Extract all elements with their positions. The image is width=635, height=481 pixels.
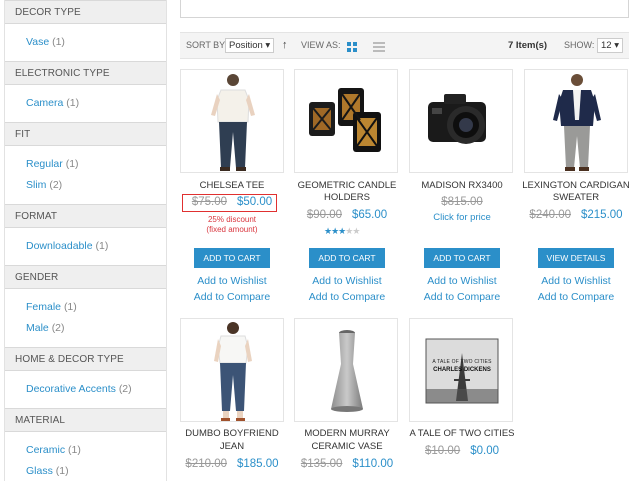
category-description-box (180, 0, 629, 18)
filter-option[interactable]: Male (2) (26, 318, 166, 339)
product-name-line-1[interactable]: LEXINGTON CARDIGAN (516, 180, 635, 193)
product-name-line-1[interactable]: DUMBO BOYFRIEND (172, 428, 292, 441)
product-name-line-2[interactable]: CERAMIC VASE (287, 441, 407, 454)
product-name-line-2[interactable]: JEAN (172, 441, 292, 454)
discount-note: 25% discount (207, 215, 257, 224)
filter-group: MATERIAL Ceramic (1) Glass (1) (5, 408, 166, 481)
product-image-dumbo-jean[interactable] (180, 318, 284, 422)
product-image-madison-camera[interactable] (409, 69, 513, 173)
special-price: $185.00 (237, 458, 279, 470)
add-to-cart-button[interactable]: ADD TO CART (424, 248, 500, 268)
filter-group: ELECTRONIC TYPE Camera (1) (5, 61, 166, 122)
filter-group: HOME & DECOR TYPE Decorative Accents (2) (5, 347, 166, 408)
product-image-lexington-cardigan[interactable] (524, 69, 628, 173)
add-to-compare-link[interactable]: Add to Compare (287, 291, 407, 303)
layered-navigation: DECOR TYPE Vase (1) ELECTRONIC TYPE Came… (4, 0, 167, 481)
limit-select[interactable]: 12 ▾ (597, 38, 623, 53)
special-price: $65.00 (352, 209, 388, 221)
product-price: $815.00 (402, 196, 522, 208)
product-name-line-2[interactable]: SWEATER (516, 192, 635, 205)
old-price: $240.00 (529, 209, 571, 221)
filter-option[interactable]: Regular (1) (26, 154, 166, 175)
filter-option[interactable]: Vase (1) (26, 32, 166, 53)
filter-group: GENDER Female (1) Male (2) (5, 265, 166, 347)
product-name-line-1[interactable]: GEOMETRIC CANDLE (287, 180, 407, 193)
click-for-price-link[interactable]: Click for price (402, 212, 522, 223)
special-price: $0.00 (470, 445, 499, 457)
filter-title: GENDER (5, 265, 166, 289)
old-price: $815.00 (441, 196, 483, 208)
product-name-line-2[interactable]: HOLDERS (287, 192, 407, 205)
add-to-cart-button[interactable]: ADD TO CART (194, 248, 270, 268)
product-name[interactable]: CHELSEA TEE (172, 180, 292, 193)
filter-option[interactable]: Decorative Accents (2) (26, 379, 166, 400)
grid-view-icon[interactable] (347, 42, 357, 52)
special-price: $215.00 (581, 209, 623, 221)
special-price: $50.00 (237, 196, 273, 208)
filter-title: DECOR TYPE (5, 0, 166, 24)
sort-label: SORT BY: (186, 40, 228, 50)
item-count: 7 Item(s) (508, 40, 548, 51)
star-empty-icon: ★ (352, 226, 360, 236)
filter-title: ELECTRONIC TYPE (5, 61, 166, 85)
product-image-tale-of-two-cities[interactable]: A TALE OF TWO CITIES CHARLES DICKENS (409, 318, 513, 422)
show-label: SHOW: (564, 40, 595, 50)
sort-select[interactable]: Position ▾ (225, 38, 275, 53)
product-image-murray-vase[interactable] (294, 318, 398, 422)
sort-direction-icon[interactable]: ↑ (282, 39, 288, 51)
add-to-wishlist-link[interactable]: Add to Wishlist (172, 275, 292, 287)
special-price: $110.00 (352, 458, 394, 470)
product-image-chelsea-tee[interactable] (180, 69, 284, 173)
product-price: $90.00 $65.00 (287, 209, 407, 221)
book-cover-title: A TALE OF TWO CITIES (432, 359, 492, 365)
filter-group: DECOR TYPE Vase (1) (5, 0, 166, 61)
filter-option[interactable]: Ceramic (1) (26, 440, 166, 461)
product-price: $75.00 $50.00 (172, 196, 292, 208)
filter-option[interactable]: Downloadable (1) (26, 236, 166, 257)
product-price: $10.00 $0.00 (402, 445, 522, 457)
filter-option[interactable]: Slim (2) (26, 175, 166, 196)
add-to-compare-link[interactable]: Add to Compare (172, 291, 292, 303)
rating-stars: ★★★★★ (324, 226, 360, 237)
product-image-candle-holders[interactable] (294, 69, 398, 173)
view-label: VIEW AS: (301, 40, 341, 50)
filter-option[interactable]: Female (1) (26, 297, 166, 318)
add-to-compare-link[interactable]: Add to Compare (402, 291, 522, 303)
product-name[interactable]: MADISON RX3400 (402, 180, 522, 193)
product-name-line-1[interactable]: MODERN MURRAY (287, 428, 407, 441)
filter-group: FIT Regular (1) Slim (2) (5, 122, 166, 204)
filter-title: FORMAT (5, 204, 166, 228)
add-to-compare-link[interactable]: Add to Compare (516, 291, 635, 303)
discount-type-note: (fixed amount) (206, 225, 258, 234)
book-cover-author: CHARLES DICKENS (433, 367, 491, 373)
product-name[interactable]: A TALE OF TWO CITIES (402, 428, 522, 441)
filter-option[interactable]: Glass (1) (26, 461, 166, 481)
filter-option[interactable]: Camera (1) (26, 93, 166, 114)
add-to-wishlist-link[interactable]: Add to Wishlist (516, 275, 635, 287)
filter-title: MATERIAL (5, 408, 166, 432)
product-price: $135.00 $110.00 (287, 458, 407, 470)
filter-title: HOME & DECOR TYPE (5, 347, 166, 371)
product-price: $240.00 $215.00 (516, 209, 635, 221)
product-price: $210.00 $185.00 (172, 458, 292, 470)
old-price: $10.00 (425, 445, 461, 457)
products-toolbar: SORT BY: Position ▾ ↑ VIEW AS: 7 Item(s)… (180, 32, 629, 59)
add-to-wishlist-link[interactable]: Add to Wishlist (287, 275, 407, 287)
view-details-button[interactable]: VIEW DETAILS (538, 248, 614, 268)
old-price: $75.00 (191, 196, 227, 208)
filter-group: FORMAT Downloadable (1) (5, 204, 166, 265)
list-view-icon[interactable] (373, 42, 385, 54)
add-to-wishlist-link[interactable]: Add to Wishlist (402, 275, 522, 287)
add-to-cart-button[interactable]: ADD TO CART (309, 248, 385, 268)
old-price: $90.00 (306, 209, 342, 221)
old-price: $210.00 (185, 458, 227, 470)
filter-title: FIT (5, 122, 166, 146)
old-price: $135.00 (300, 458, 343, 470)
